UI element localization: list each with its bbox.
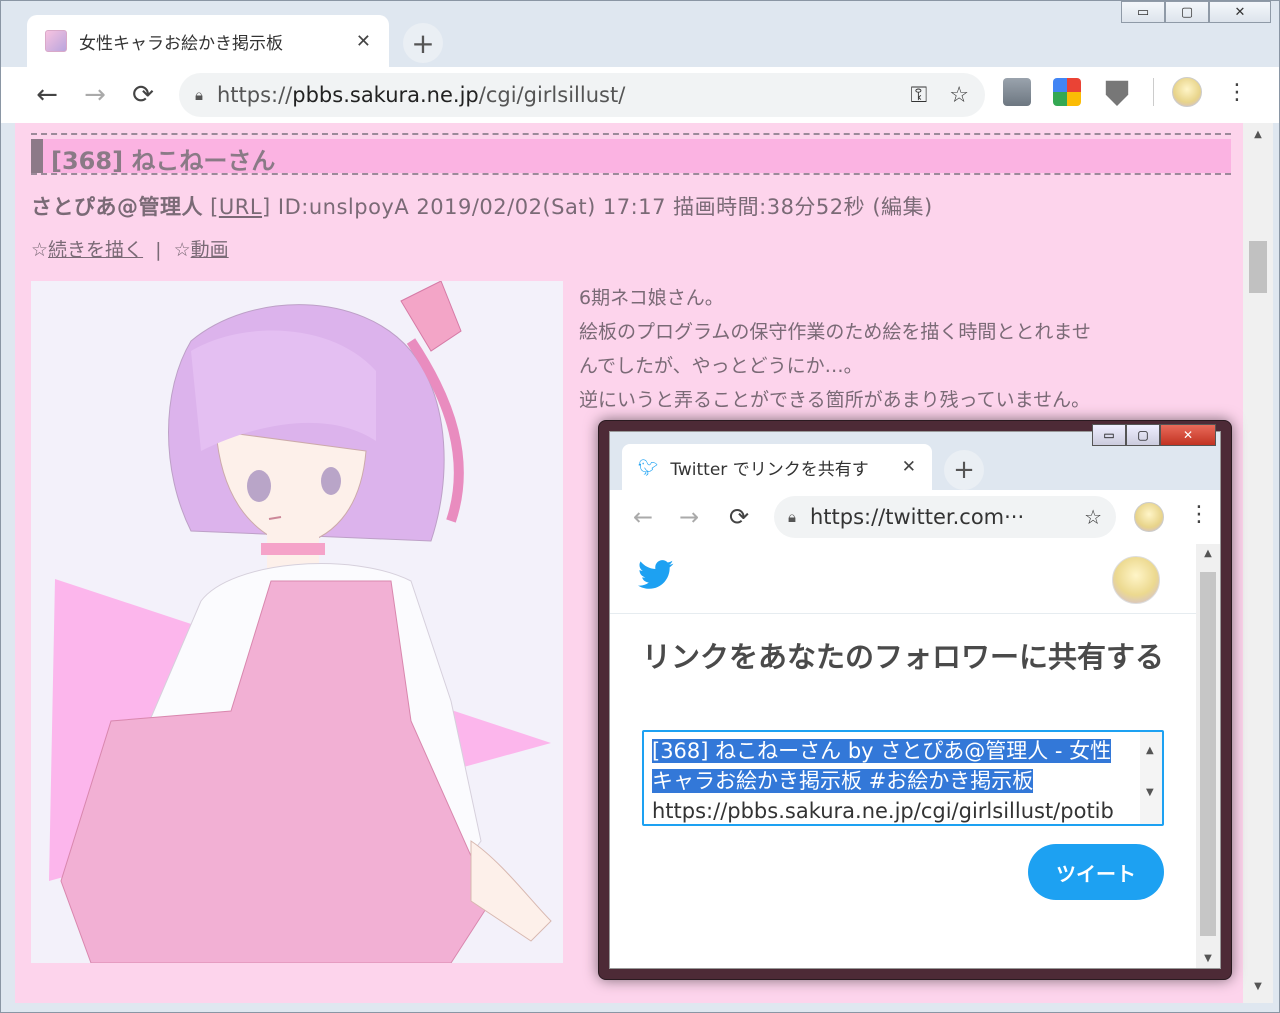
- popup-tab[interactable]: 🐦︎ Twitter でリンクを共有す ✕: [622, 444, 932, 490]
- scroll-down-icon[interactable]: ▼: [1243, 981, 1273, 1001]
- tab-strip: 女性キャラお絵かき掲示板 ✕ +: [1, 1, 1279, 67]
- extensions: ⋮: [1003, 77, 1248, 107]
- post-meta: さとぴあ@管理人 [URL] ID:unslpoyA 2019/02/02(Sa…: [31, 195, 933, 219]
- twitter-header: [610, 544, 1196, 614]
- lock-icon: 🔒︎: [195, 86, 203, 104]
- popup-minimize-button[interactable]: ▭: [1092, 424, 1126, 446]
- tab-close-icon[interactable]: ✕: [356, 31, 371, 52]
- popup-scroll-thumb[interactable]: [1200, 572, 1216, 936]
- tweet-text-input[interactable]: [368] ねこねーさん by さとぴあ@管理人 - 女性 キャラお絵かき掲示板…: [642, 730, 1164, 826]
- popup-star-icon[interactable]: ☆: [1084, 505, 1102, 529]
- shield-extension-icon[interactable]: [1105, 80, 1129, 106]
- tweet-selected-text: [368] ねこねーさん by さとぴあ@管理人 - 女性: [652, 739, 1112, 763]
- video-link[interactable]: 動画: [191, 239, 229, 261]
- popup-tab-close-icon[interactable]: ✕: [902, 457, 916, 477]
- textarea-down-icon[interactable]: ▼: [1146, 778, 1154, 808]
- page-scrollbar[interactable]: ▲ ▼: [1243, 123, 1273, 1003]
- body-line: 6期ネコ娘さん。: [579, 287, 724, 309]
- toolbar-divider: [1153, 78, 1154, 106]
- popup-tab-title: Twitter でリンクを共有す: [670, 459, 869, 480]
- twitter-share-window: ▭ ▢ ✕ 🐦︎ Twitter でリンクを共有す ✕ + ← → ⟳ 🔒︎ h…: [598, 420, 1232, 980]
- address-bar[interactable]: 🔒︎ https://pbbs.sakura.ne.jp/cgi/girlsil…: [179, 73, 985, 117]
- post-title: [368] ねこねーさん: [51, 147, 276, 175]
- popup-url-text: https://twitter.com···: [809, 505, 1025, 529]
- tweet-button[interactable]: ツイート: [1028, 844, 1164, 900]
- profile-avatar[interactable]: [1172, 77, 1202, 107]
- post-author: さとぴあ@管理人: [31, 195, 203, 219]
- url-link[interactable]: URL: [219, 195, 262, 219]
- textarea-up-icon[interactable]: ▲: [1146, 736, 1154, 766]
- tab-active[interactable]: 女性キャラお絵かき掲示板 ✕: [27, 15, 389, 67]
- favicon-icon: [45, 30, 67, 52]
- new-tab-button[interactable]: +: [403, 23, 443, 63]
- toolbar: ← → ⟳ 🔒︎ https://pbbs.sakura.ne.jp/cgi/g…: [1, 67, 1279, 123]
- bookmark-star-icon[interactable]: ☆: [949, 83, 969, 108]
- post-links: ☆続きを描く | ☆動画: [31, 239, 229, 261]
- twitter-account-avatar[interactable]: [1112, 556, 1160, 604]
- popup-profile-avatar[interactable]: [1134, 502, 1164, 532]
- popup-back-button[interactable]: ←: [622, 496, 664, 538]
- textarea-scrollbar[interactable]: ▲ ▼: [1140, 732, 1162, 824]
- twitter-page: リンクをあなたのフォロワーに共有する [368] ねこねーさん by さとぴあ@…: [610, 544, 1196, 968]
- anime-girl-drawing: [31, 281, 563, 963]
- back-button[interactable]: ←: [23, 71, 71, 119]
- popup-reload-button[interactable]: ⟳: [718, 496, 760, 538]
- popup-scrollbar[interactable]: ▲ ▼: [1196, 544, 1220, 968]
- post-heading: [368] ねこねーさん: [31, 133, 1231, 175]
- url-text: https://pbbs.sakura.ne.jp/cgi/girlsillus…: [216, 83, 626, 107]
- body-line: 絵板のプログラムの保守作業のため絵を描く時間ととれませ: [579, 321, 1091, 343]
- extension-icon[interactable]: [1003, 78, 1031, 106]
- popup-maximize-button[interactable]: ▢: [1126, 424, 1160, 446]
- popup-lock-icon: 🔒︎: [788, 508, 796, 526]
- scroll-up-icon[interactable]: ▲: [1243, 129, 1273, 149]
- continue-drawing-link[interactable]: 続きを描く: [48, 239, 143, 261]
- key-icon[interactable]: ⚿: [911, 83, 928, 108]
- twitter-bird-icon: 🐦︎: [638, 457, 659, 477]
- popup-scroll-up-icon[interactable]: ▲: [1196, 548, 1220, 559]
- body-line: んでしたが、やっとどうにか…。: [579, 355, 863, 377]
- tweet-selected-text: キャラお絵かき掲示板 #お絵かき掲示板: [652, 769, 1034, 793]
- popup-toolbar: ← → ⟳ 🔒︎ https://twitter.com··· ☆ ⋮: [610, 490, 1220, 544]
- tab-title: 女性キャラお絵かき掲示板: [79, 33, 283, 54]
- body-line: 逆にいうと弄ることができる箇所があまり残っていません。: [579, 389, 1091, 411]
- edit-link[interactable]: 編集: [881, 195, 924, 219]
- popup-menu-icon[interactable]: ⋮: [1188, 502, 1210, 527]
- popup-address-bar[interactable]: 🔒︎ https://twitter.com··· ☆: [774, 496, 1116, 538]
- popup-window-controls: ▭ ▢ ✕: [1092, 424, 1216, 446]
- popup-frame: ▭ ▢ ✕ 🐦︎ Twitter でリンクを共有す ✕ + ← → ⟳ 🔒︎ h…: [609, 424, 1221, 969]
- twitter-logo-icon[interactable]: [638, 560, 678, 596]
- forward-button[interactable]: →: [71, 71, 119, 119]
- google-extension-icon[interactable]: [1053, 78, 1081, 106]
- popup-scroll-down-icon[interactable]: ▼: [1196, 953, 1220, 964]
- popup-new-tab-button[interactable]: +: [944, 450, 984, 490]
- scroll-thumb[interactable]: [1249, 241, 1267, 293]
- reload-button[interactable]: ⟳: [119, 71, 167, 119]
- menu-icon[interactable]: ⋮: [1226, 80, 1248, 105]
- popup-forward-button[interactable]: →: [668, 496, 710, 538]
- tweet-url-text: https://pbbs.sakura.ne.jp/cgi/girlsillus…: [652, 799, 1114, 823]
- share-title: リンクをあなたのフォロワーに共有する: [642, 640, 1165, 674]
- post-body: 6期ネコ娘さん。 絵板のプログラムの保守作業のため絵を描く時間ととれませ んでし…: [579, 281, 1229, 417]
- popup-close-button[interactable]: ✕: [1160, 424, 1216, 446]
- illustration-image: [31, 281, 563, 963]
- post-meta-details: ID:unslpoyA 2019/02/02(Sat) 17:17 描画時間:3…: [277, 195, 866, 219]
